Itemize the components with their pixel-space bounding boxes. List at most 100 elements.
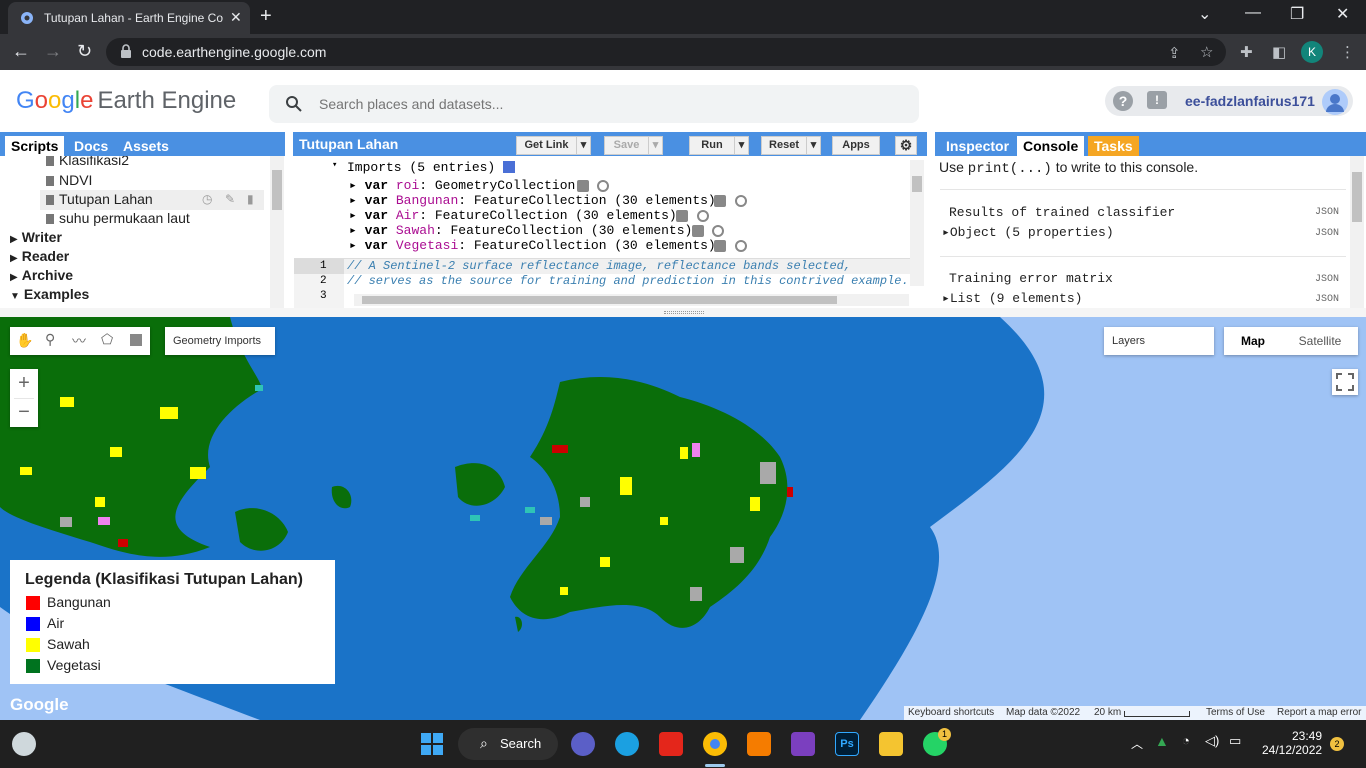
- search-input[interactable]: [319, 94, 899, 114]
- reload-icon[interactable]: ↻: [77, 41, 92, 62]
- address-bar[interactable]: code.earthengine.google.com ⇪ ☆: [106, 38, 1226, 66]
- polygon-tool-icon[interactable]: ⬠: [101, 331, 113, 348]
- horizontal-scrollbar[interactable]: [354, 294, 909, 306]
- window-close-icon[interactable]: ✕: [1336, 4, 1349, 24]
- report-error-link[interactable]: Report a map error: [1277, 707, 1361, 718]
- volume-icon[interactable]: ◁): [1205, 733, 1219, 749]
- script-item[interactable]: suhu permukaan laut: [46, 210, 190, 226]
- edit-import-icon[interactable]: [676, 210, 688, 222]
- import-row[interactable]: ▸ var Vegetasi: FeatureCollection (30 el…: [349, 238, 716, 253]
- edit-import-icon[interactable]: [714, 240, 726, 252]
- code-line[interactable]: // serves as the source for training and…: [347, 274, 909, 288]
- back-icon[interactable]: ←: [12, 41, 30, 62]
- folder-examples[interactable]: ▼ Examples: [10, 286, 89, 302]
- show-hidden-icons-chevron-icon[interactable]: ︿: [1131, 735, 1143, 752]
- share-icon[interactable]: ⇪: [1168, 44, 1181, 62]
- geometry-imports-button[interactable]: Geometry Imports: [165, 327, 275, 355]
- import-row[interactable]: ▸ var Bangunan: FeatureCollection (30 el…: [349, 193, 716, 208]
- script-item[interactable]: Klasifikasi2: [46, 156, 129, 168]
- show-geometry-icon[interactable]: [697, 210, 709, 222]
- apps-button[interactable]: Apps: [832, 136, 880, 155]
- show-geometry-icon[interactable]: [712, 225, 724, 237]
- code-line[interactable]: // A Sentinel-2 surface reflectance imag…: [347, 259, 851, 273]
- tab-console[interactable]: Console: [1017, 136, 1085, 156]
- map-canvas[interactable]: ✋ ⚲ 〰 ⬠ Geometry Imports + − Layers Map …: [0, 317, 1366, 720]
- notification-badge[interactable]: 2: [1330, 737, 1344, 751]
- google-map-logo[interactable]: Google: [10, 695, 69, 715]
- photoshop-app-icon[interactable]: Ps: [835, 732, 859, 756]
- save-button[interactable]: Save: [604, 136, 649, 155]
- edit-import-icon[interactable]: [714, 195, 726, 207]
- start-windows-icon[interactable]: [421, 733, 443, 755]
- minimize-icon[interactable]: —: [1245, 4, 1261, 22]
- settings-gear-icon[interactable]: ⚙: [895, 136, 917, 155]
- show-geometry-icon[interactable]: [597, 180, 609, 192]
- scripts-scrollbar[interactable]: [270, 156, 284, 308]
- tab-tasks[interactable]: Tasks: [1088, 136, 1139, 156]
- reset-dropdown[interactable]: ▾: [806, 136, 821, 155]
- show-geometry-icon[interactable]: [735, 195, 747, 207]
- folder-archive[interactable]: ▶ Archive: [10, 267, 73, 283]
- folder-writer[interactable]: ▶ Writer: [10, 229, 62, 245]
- script-item-selected[interactable]: Tutupan Lahan: [46, 191, 153, 207]
- xampp-app-icon[interactable]: [747, 732, 771, 756]
- json-button[interactable]: JSON: [1315, 207, 1339, 218]
- point-marker-icon[interactable]: ⚲: [45, 331, 55, 348]
- google-earth-engine-logo[interactable]: Google Earth Engine: [16, 87, 236, 115]
- taskbar-clock[interactable]: 23:49 24/12/2022: [1262, 729, 1322, 757]
- search-box[interactable]: [269, 85, 919, 123]
- run-button[interactable]: Run: [689, 136, 735, 155]
- script-item[interactable]: NDVI: [46, 172, 92, 188]
- layers-button[interactable]: Layers: [1104, 327, 1214, 355]
- chrome-app-icon[interactable]: [703, 732, 727, 756]
- edit-import-icon[interactable]: [577, 180, 589, 192]
- taskbar-search-button[interactable]: ⌕ Search: [458, 728, 558, 760]
- keyboard-shortcuts-link[interactable]: Keyboard shortcuts: [908, 707, 994, 718]
- wifi-icon[interactable]: ◔: [1182, 733, 1190, 748]
- tab-docs[interactable]: Docs: [68, 136, 114, 156]
- edge-app-icon[interactable]: [615, 732, 639, 756]
- pan-hand-icon[interactable]: ✋: [16, 332, 33, 349]
- folder-reader[interactable]: ▶ Reader: [10, 248, 69, 264]
- run-dropdown[interactable]: ▾: [734, 136, 749, 155]
- extensions-icon[interactable]: ✚: [1240, 43, 1253, 61]
- fullscreen-icon[interactable]: [1332, 369, 1358, 395]
- console-scrollbar[interactable]: [1350, 156, 1364, 308]
- collapse-arrow-icon[interactable]: ▾: [332, 160, 337, 170]
- zoom-in-button[interactable]: +: [10, 369, 38, 398]
- account-avatar-icon[interactable]: [1322, 89, 1348, 115]
- profile-avatar[interactable]: K: [1301, 41, 1323, 63]
- panel-splitter[interactable]: [0, 308, 1366, 317]
- close-tab-icon[interactable]: ✕: [230, 9, 242, 26]
- code-editor[interactable]: ▾ Imports (5 entries) ▸ var roi: Geometr…: [294, 156, 926, 308]
- forward-icon[interactable]: →: [44, 41, 62, 62]
- reset-button[interactable]: Reset: [761, 136, 807, 155]
- drive-tray-icon[interactable]: ▲: [1155, 733, 1169, 749]
- imports-header[interactable]: Imports (5 entries): [347, 160, 516, 175]
- history-icon[interactable]: ◷: [202, 192, 212, 206]
- terms-link[interactable]: Terms of Use: [1206, 707, 1265, 718]
- tab-scripts[interactable]: Scripts: [5, 136, 65, 156]
- import-row[interactable]: ▸ var Sawah: FeatureCollection (30 eleme…: [349, 223, 692, 238]
- import-row[interactable]: ▸ var roi: GeometryCollection: [349, 178, 575, 193]
- edit-import-icon[interactable]: [692, 225, 704, 237]
- json-button[interactable]: JSON: [1315, 294, 1339, 305]
- visual-studio-app-icon[interactable]: [791, 732, 815, 756]
- flash-app-icon[interactable]: [659, 732, 683, 756]
- get-link-dropdown[interactable]: ▾: [576, 136, 591, 155]
- meet-app-icon[interactable]: [571, 732, 595, 756]
- rename-icon[interactable]: ✎: [225, 192, 235, 206]
- new-tab-icon[interactable]: +: [260, 5, 272, 28]
- tab-inspector[interactable]: Inspector: [940, 136, 1015, 156]
- tab-assets[interactable]: Assets: [117, 136, 175, 156]
- side-panel-icon[interactable]: ◧: [1272, 43, 1286, 61]
- console-entry-value[interactable]: ▸Object (5 properties): [942, 225, 1114, 240]
- project-username[interactable]: ee-fadzlanfairus171: [1185, 93, 1315, 109]
- delete-icon[interactable]: ▮: [247, 192, 254, 206]
- feedback-icon[interactable]: !: [1147, 91, 1167, 109]
- json-button[interactable]: JSON: [1315, 228, 1339, 239]
- editor-scrollbar[interactable]: [910, 160, 924, 286]
- tab-search-chevron-icon[interactable]: ⌄: [1198, 4, 1211, 24]
- zoom-out-button[interactable]: −: [10, 398, 38, 427]
- show-geometry-icon[interactable]: [735, 240, 747, 252]
